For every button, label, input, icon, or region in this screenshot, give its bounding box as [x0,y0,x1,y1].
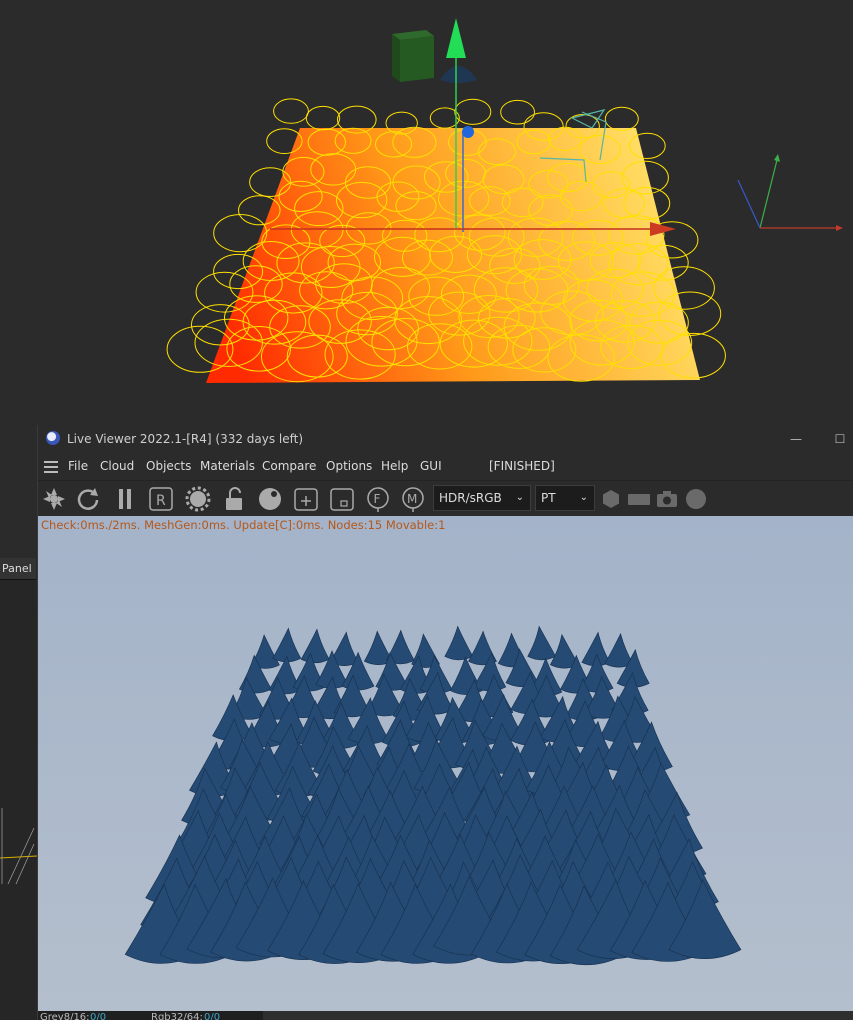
cloner-circle [604,106,639,132]
lock-icon[interactable] [221,486,247,512]
menu-help[interactable]: Help [381,459,408,473]
menu-options[interactable]: Options [326,459,372,473]
live-viewer-window: Live Viewer 2022.1-[R4] (332 days left) … [37,425,853,1020]
hexagon-icon[interactable] [598,486,624,512]
toolbar: R F M HDR/sRGB ⌄ PT ⌄ [38,481,853,516]
cloner-circle [500,99,535,125]
aperture-icon[interactable] [41,486,67,512]
menu-materials[interactable]: Materials [200,459,255,473]
cloner-circle [305,105,341,131]
focus-f-icon[interactable]: F [365,486,391,512]
menu-bar: File Cloud Objects Materials Compare Opt… [38,454,853,481]
render-view[interactable]: Check:0ms./2ms. MeshGen:0ms. Update[C]:0… [38,516,853,1011]
kernel-value: PT [541,491,556,505]
left-panel [0,558,38,1020]
render-status-label: [FINISHED] [489,459,555,473]
stats-readout: Check:0ms./2ms. MeshGen:0ms. Update[C]:0… [41,518,446,532]
circle-icon[interactable] [683,486,709,512]
grey-value: 0/0 [90,1012,107,1020]
hamburger-menu-icon[interactable] [44,461,58,473]
window-title: Live Viewer 2022.1-[R4] (332 days left) [67,432,304,446]
svg-text:R: R [156,493,166,509]
grey-label: Grey8/16: [40,1012,90,1020]
menu-file[interactable]: File [68,459,88,473]
color-space-select[interactable]: HDR/sRGB ⌄ [433,485,531,511]
pause-icon[interactable] [112,486,138,512]
add-node-icon[interactable] [293,486,319,512]
region-r-icon[interactable]: R [148,486,174,512]
svg-text:M: M [407,492,417,506]
status-bar: Grey8/16: 0/0 Rgb32/64: 0/0 [38,1011,263,1020]
menu-cloud[interactable]: Cloud [100,459,134,473]
maximize-button[interactable]: ☐ [830,429,850,449]
rgb-label: Rgb32/64: [151,1012,203,1020]
film-icon[interactable] [626,486,652,512]
minimize-button[interactable]: — [786,429,806,449]
menu-objects[interactable]: Objects [146,459,191,473]
cloner-circle [454,98,492,125]
plane-object[interactable] [206,128,700,383]
title-bar: Live Viewer 2022.1-[R4] (332 days left) … [38,425,853,454]
kernel-select[interactable]: PT ⌄ [535,485,595,511]
panel-tab[interactable]: Panel [0,558,36,580]
viewport-scene[interactable] [0,0,853,425]
clay-icon[interactable] [329,486,355,512]
menu-gui[interactable]: GUI [420,459,442,473]
rgb-value: 0/0 [204,1012,221,1020]
cube-object[interactable] [392,30,434,82]
settings-gear-icon[interactable] [185,486,211,512]
panel-preview [0,808,37,885]
cone-object[interactable] [440,66,477,83]
material-m-icon[interactable]: M [400,486,426,512]
camera-icon[interactable] [654,486,680,512]
refresh-icon[interactable] [75,486,101,512]
svg-text:F: F [374,492,381,506]
world-axes-icon [737,154,843,231]
color-space-value: HDR/sRGB [439,491,502,505]
menu-compare[interactable]: Compare [262,459,316,473]
render-image [38,516,853,1011]
chevron-down-icon: ⌄ [515,492,524,503]
3d-viewport[interactable] [0,0,853,425]
cloner-circle [273,98,309,124]
material-sphere-icon[interactable] [257,486,283,512]
cloner-circle [213,214,268,253]
chevron-down-icon: ⌄ [579,492,588,503]
cinema4d-logo-icon [46,431,60,445]
